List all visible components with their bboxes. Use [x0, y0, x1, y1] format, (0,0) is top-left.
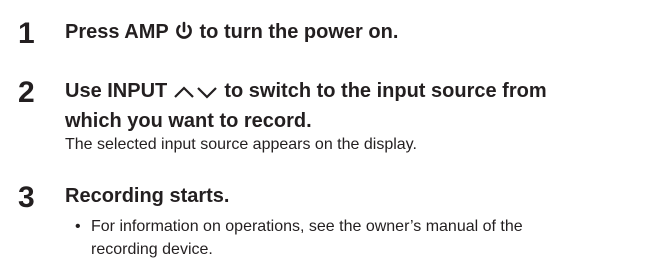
step-title-text-after: to switch to the input source from — [218, 80, 547, 102]
step-title: Use INPUT to switch to the input source … — [65, 78, 655, 135]
step-number: 2 — [18, 76, 35, 109]
step-number: 1 — [18, 17, 35, 50]
step-title-text-before: Press AMP — [65, 21, 174, 43]
bullet-dot: • — [75, 218, 81, 235]
bullet-text: For information on operations, see the o… — [91, 215, 651, 261]
step-title: Press AMP to turn the power on. — [65, 19, 655, 49]
power-icon — [174, 21, 194, 49]
step-number: 3 — [18, 181, 35, 214]
bullet-text-line-2: recording device. — [91, 241, 213, 258]
step-title-text-before: Use INPUT — [65, 80, 173, 102]
step-description: The selected input source appears on the… — [65, 136, 417, 153]
step-title-line-2: which you want to record. — [65, 110, 312, 132]
bullet-text-line-1: For information on operations, see the o… — [91, 218, 523, 235]
step-title: Recording starts. — [65, 185, 230, 207]
up-down-arrows-icon — [173, 81, 219, 108]
step-title-text-after: to turn the power on. — [193, 21, 399, 43]
